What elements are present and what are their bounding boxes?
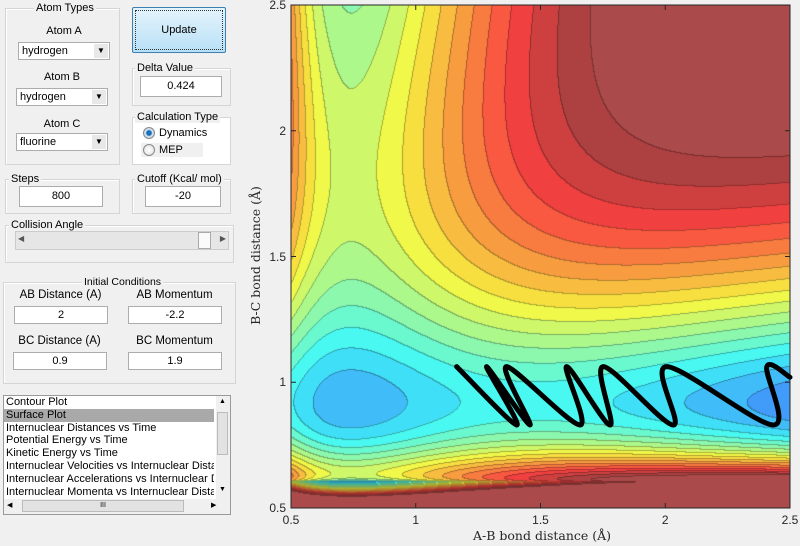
list-item[interactable]: Internuclear Accelerations vs Internucle… (4, 473, 214, 486)
atom-c-value: fluorine (20, 136, 57, 148)
chevron-down-icon: ▼ (92, 90, 106, 104)
atom-types-title: Atom Types (34, 2, 96, 14)
radio-selected-icon (143, 127, 155, 139)
x-tick-label: 2.5 (781, 513, 799, 527)
delta-value-input[interactable]: 0.424 (140, 76, 222, 97)
atom-c-dropdown[interactable]: fluorine ▼ (16, 133, 108, 151)
horizontal-scrollbar[interactable]: ◀ III ▶ (4, 499, 230, 514)
update-button[interactable]: Update (132, 7, 226, 53)
slider-left-arrow-icon[interactable]: ◀ (18, 234, 24, 243)
list-item[interactable]: Contour Plot (4, 396, 214, 409)
radio-mep-label: MEP (159, 144, 183, 156)
x-axis-label: A-B bond distance (Å) (473, 528, 612, 543)
atom-a-value: hydrogen (22, 45, 68, 57)
list-item[interactable]: Kinetic Energy vs Time (4, 447, 214, 460)
y-tick-label: 2 (279, 123, 286, 138)
cutoff-title: Cutoff (Kcal/ mol) (135, 173, 224, 185)
radio-dynamics-label: Dynamics (159, 127, 208, 139)
chevron-down-icon: ▼ (94, 44, 108, 58)
list-item-selected[interactable]: Surface Plot (4, 408, 214, 422)
bc-momentum-label: BC Momentum (136, 335, 213, 347)
scroll-thumb[interactable] (217, 412, 228, 455)
radio-unselected-icon (143, 144, 155, 156)
atom-b-label: Atom B (43, 71, 81, 83)
y-axis-label: B-C bond distance (Å) (247, 186, 263, 325)
scroll-down-icon[interactable]: ▼ (219, 486, 226, 493)
contour-plot (291, 5, 790, 508)
atom-a-label: Atom A (46, 25, 82, 37)
ab-momentum-input[interactable]: -2.2 (128, 306, 222, 324)
collision-angle-slider[interactable]: ◀ ▶ (15, 231, 229, 250)
radio-dynamics[interactable]: Dynamics (143, 127, 207, 139)
calculation-type-title: Calculation Type (135, 111, 221, 123)
list-item[interactable]: Internuclear Momenta vs Internuclear Dis… (4, 486, 214, 499)
update-label: Update (161, 24, 197, 36)
slider-thumb[interactable] (198, 232, 211, 249)
x-tick-label: 1.5 (532, 513, 549, 527)
list-item[interactable]: Potential Energy vs Time (4, 434, 214, 447)
hscroll-thumb[interactable]: III (22, 500, 184, 512)
atom-a-dropdown[interactable]: hydrogen ▼ (18, 42, 110, 60)
atom-b-dropdown[interactable]: hydrogen ▼ (16, 88, 108, 106)
calculation-type-panel: Calculation Type (132, 111, 231, 165)
scroll-left-icon[interactable]: ◀ (7, 501, 12, 509)
list-item[interactable]: Internuclear Distances vs Time (4, 422, 214, 435)
atom-c-label: Atom C (43, 118, 81, 130)
bc-distance-label: BC Distance (A) (18, 335, 101, 347)
x-tick-label: 0.5 (282, 513, 300, 527)
ab-distance-input[interactable]: 2 (14, 306, 108, 324)
bc-momentum-input[interactable]: 1.9 (128, 352, 222, 370)
x-tick-label: 2 (661, 513, 669, 527)
scroll-up-icon[interactable]: ▲ (219, 398, 226, 405)
atom-b-value: hydrogen (20, 91, 66, 103)
plot-type-listbox[interactable]: Contour Plot Surface Plot Internuclear D… (3, 395, 231, 515)
ab-distance-label: AB Distance (A) (19, 289, 102, 301)
list-item[interactable]: Internuclear Velocities vs Internuclear … (4, 460, 214, 473)
bc-distance-input[interactable]: 0.9 (13, 352, 107, 370)
steps-title: Steps (9, 173, 42, 185)
scroll-right-icon[interactable]: ▶ (211, 501, 216, 509)
cutoff-input[interactable]: -20 (145, 186, 221, 207)
ab-momentum-label: AB Momentum (136, 289, 213, 301)
vertical-scrollbar[interactable]: ▲ ▼ (216, 396, 230, 499)
y-tick-label: 1 (279, 375, 286, 390)
y-tick-label: 2.5 (269, 0, 286, 12)
grip-icon: III (100, 502, 106, 509)
slider-right-arrow-icon[interactable]: ▶ (220, 234, 226, 243)
initial-conditions-title: Initial Conditions (82, 276, 164, 288)
radio-mep[interactable]: MEP (141, 143, 203, 157)
y-tick-label: 0.5 (269, 501, 286, 515)
collision-angle-title: Collision Angle (9, 219, 86, 231)
chevron-down-icon: ▼ (92, 135, 106, 149)
delta-value-title: Delta Value (135, 62, 196, 74)
steps-input[interactable]: 800 (19, 186, 103, 207)
x-tick-label: 1 (412, 513, 420, 527)
